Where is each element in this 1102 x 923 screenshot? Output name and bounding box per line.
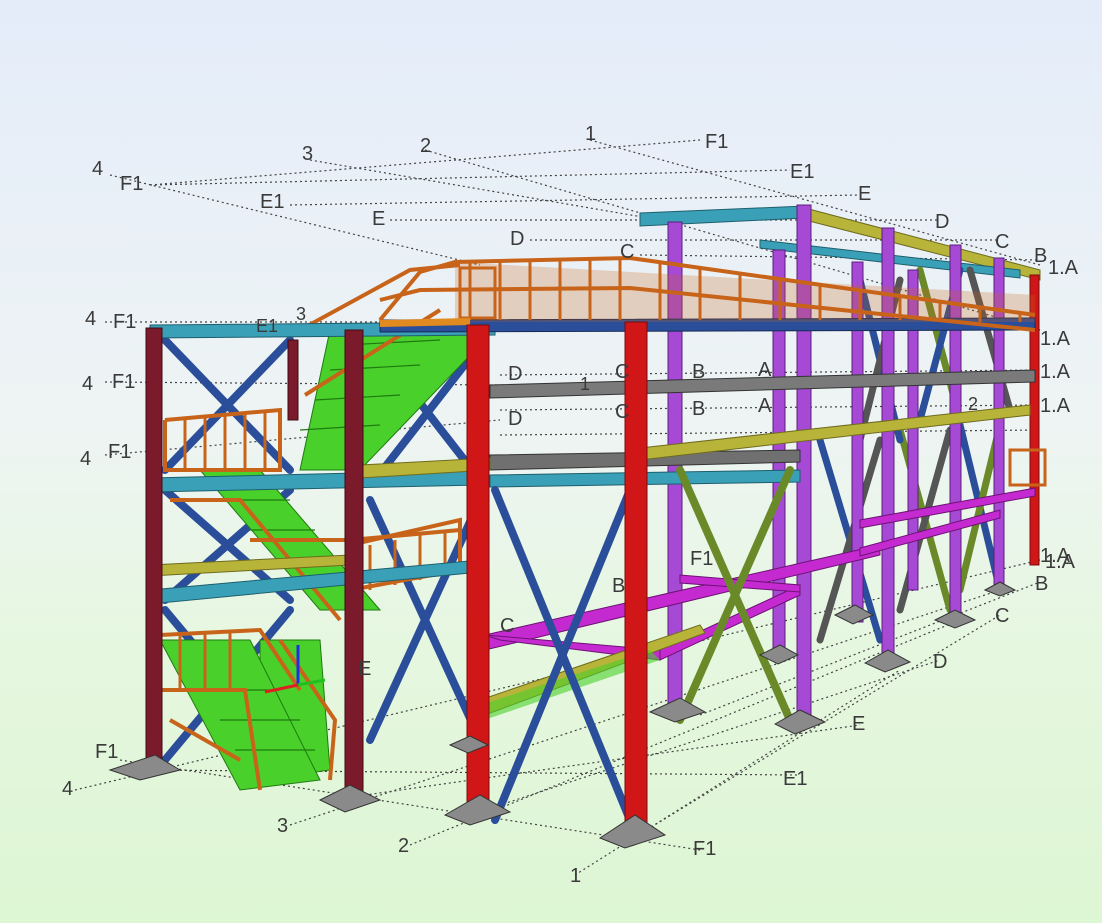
- middle-bracing: [366, 341, 794, 824]
- level-tag-1A-c: 1.A: [1040, 395, 1071, 417]
- bottom-label-2: 2: [398, 835, 409, 857]
- stair-tower: [145, 263, 496, 801]
- level-tag-F1a: F1: [113, 311, 136, 333]
- bottom-label-4: 4: [62, 778, 73, 800]
- level-letter-B: B: [692, 361, 705, 383]
- grid-label-1: 1: [585, 123, 596, 145]
- grid-label-D: D: [935, 211, 949, 233]
- grid-label-D-left: D: [510, 228, 524, 250]
- grid-label-F1: F1: [705, 131, 728, 153]
- grid-label-C-left: C: [620, 241, 634, 263]
- grid-label-2: 2: [420, 135, 431, 157]
- grid-label-F1-left: F1: [120, 173, 143, 195]
- mid-label-E1: E1: [256, 316, 278, 336]
- bottom-label-F1: F1: [693, 838, 716, 860]
- level-tag-1A-b: 1.A: [1040, 361, 1071, 383]
- grid-label-3: 3: [302, 143, 313, 165]
- mid-label-D: C: [500, 615, 514, 637]
- level-tag-4b: 4: [82, 373, 93, 395]
- mid-label-3: 3: [296, 304, 306, 324]
- mid-label-E: E: [358, 658, 371, 680]
- level-letter-A: A: [758, 359, 772, 381]
- grid-label-E1: E1: [790, 161, 814, 183]
- mid-label-2: 2: [968, 394, 978, 414]
- structure-3d-model[interactable]: 1 2 3 4 F1 E1 E D C B 1.A F1 E1 E D C 4 …: [0, 0, 1102, 923]
- level-letter-A2: A: [758, 395, 772, 417]
- level-letter-B2: B: [692, 398, 705, 420]
- level-tag-4c: 4: [80, 448, 91, 470]
- grid-label-E-left: E: [372, 208, 385, 230]
- bottom-label-C: C: [995, 605, 1009, 627]
- grid-label-B: B: [1034, 245, 1047, 267]
- level-letter-D: D: [508, 363, 522, 385]
- bottom-label-F1-left: F1: [95, 741, 118, 763]
- bottom-label-D: D: [933, 651, 947, 673]
- grid-label-4: 4: [92, 158, 103, 180]
- mid-label-F1: F1: [690, 548, 713, 570]
- level-tag-4a: 4: [85, 308, 96, 330]
- model-viewport[interactable]: 1 2 3 4 F1 E1 E D C B 1.A F1 E1 E D C 4 …: [0, 0, 1102, 923]
- grid-labels-top: 1 2 3 4 F1 E1 E D C B 1.A F1 E1 E D C: [92, 123, 1079, 279]
- bottom-label-B: B: [1035, 573, 1048, 595]
- mid-label-1: 1: [580, 374, 590, 394]
- grid-label-E: E: [858, 183, 871, 205]
- level-letter-C2: C: [615, 401, 629, 423]
- mid-label-C: B: [612, 575, 625, 597]
- grid-label-1A: 1.A: [1048, 257, 1079, 279]
- level-tag-F1b: F1: [112, 371, 135, 393]
- bottom-label-3: 3: [277, 815, 288, 837]
- level-tag-1A-a: 1.A: [1040, 328, 1071, 350]
- grid-label-E1-left: E1: [260, 191, 284, 213]
- level-tag-F1c: F1: [108, 441, 131, 463]
- bottom-label-E1: E1: [783, 768, 807, 790]
- bottom-label-1A: 1.A: [1045, 551, 1076, 573]
- grid-lines: [74, 139, 1041, 876]
- bottom-label-1: 1: [570, 865, 581, 887]
- level-letter-D2: D: [508, 408, 522, 430]
- bottom-label-E: E: [852, 713, 865, 735]
- level-letter-C: C: [615, 361, 629, 383]
- grid-label-C: C: [995, 231, 1009, 253]
